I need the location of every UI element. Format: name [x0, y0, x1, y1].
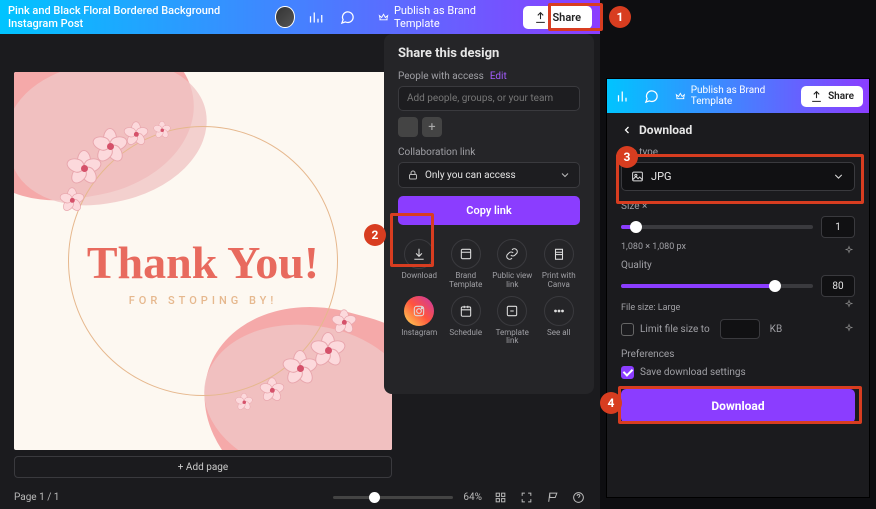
present-icon[interactable] — [544, 489, 560, 505]
fullscreen-icon[interactable] — [518, 489, 534, 505]
people-access-label: People with access — [398, 71, 484, 82]
edit-access-link[interactable]: Edit — [490, 71, 507, 82]
document-title: Pink and Black Floral Bordered Backgroun… — [8, 4, 255, 30]
upload-icon — [534, 11, 547, 24]
share-panel-title: Share this design — [398, 46, 580, 61]
image-icon — [631, 170, 644, 183]
quality-label: Quality — [621, 260, 855, 271]
top-header: Pink and Black Floral Bordered Backgroun… — [0, 0, 600, 34]
access-select[interactable]: Only you can access — [398, 162, 580, 188]
chevron-down-icon — [832, 170, 845, 183]
limit-filesize-label: Limit file size to — [640, 324, 710, 335]
page-indicator: Page 1 / 1 — [14, 492, 59, 503]
share-schedule[interactable]: Schedule — [445, 296, 488, 347]
design-canvas[interactable]: Thank You! FOR STOPING BY! — [14, 72, 392, 450]
zoom-slider[interactable] — [333, 496, 453, 499]
calendar-icon — [459, 304, 473, 318]
share-public-link[interactable]: Public view link — [491, 239, 534, 290]
share-panel: Share this design People with access Edi… — [384, 34, 594, 394]
analytics-icon[interactable] — [613, 83, 635, 109]
download-back-button[interactable]: Download — [621, 123, 855, 137]
bottom-bar: Page 1 / 1 64% — [0, 485, 600, 509]
sparkle-icon — [843, 299, 855, 311]
chevron-left-icon — [621, 124, 633, 136]
download-panel-window: Publish as Brand Template Share Download… — [606, 78, 870, 498]
sparkle-icon — [843, 323, 855, 335]
share-print[interactable]: Print with Canva — [538, 239, 581, 290]
comment-icon[interactable] — [641, 83, 663, 109]
add-page-button[interactable]: + Add page — [14, 456, 392, 478]
publish-brand-template-button[interactable]: Publish as Brand Template — [668, 82, 795, 110]
limit-unit: KB — [770, 324, 783, 335]
lock-icon — [407, 169, 419, 181]
download-header: Publish as Brand Template Share — [607, 79, 869, 113]
help-icon[interactable] — [570, 489, 586, 505]
share-instagram[interactable]: Instagram — [398, 296, 441, 347]
more-icon — [552, 304, 566, 318]
limit-filesize-checkbox[interactable] — [621, 323, 634, 336]
add-person-chip[interactable]: + — [422, 117, 442, 137]
zoom-value: 64% — [463, 492, 482, 503]
publish-brand-template-button[interactable]: Publish as Brand Template — [369, 0, 514, 34]
download-body: Download File type JPG Size × 1 1,080 × … — [607, 113, 869, 437]
crown-icon — [675, 90, 686, 103]
sparkle-icon — [843, 245, 855, 257]
template-link-icon — [505, 304, 519, 318]
template-icon — [459, 247, 473, 261]
analytics-icon[interactable] — [305, 4, 327, 30]
filetype-select[interactable]: JPG — [621, 162, 855, 191]
canvas-subheading: FOR STOPING BY! — [14, 294, 392, 307]
quality-slider[interactable] — [621, 284, 813, 288]
save-settings-label: Save download settings — [640, 367, 746, 378]
download-button[interactable]: Download — [621, 389, 855, 423]
size-value[interactable]: 1 — [821, 216, 855, 238]
copy-link-button[interactable]: Copy link — [398, 196, 580, 225]
quality-value[interactable]: 80 — [821, 275, 855, 297]
grid-view-icon[interactable] — [492, 489, 508, 505]
file-size-label: File size: Large — [621, 303, 855, 313]
user-avatar[interactable] — [275, 6, 294, 28]
preferences-label: Preferences — [621, 349, 855, 360]
share-button[interactable]: Share — [801, 86, 863, 107]
limit-filesize-input[interactable] — [720, 319, 760, 339]
share-template-link[interactable]: Template link — [491, 296, 534, 347]
upload-icon — [810, 90, 823, 103]
link-icon — [505, 247, 519, 261]
collab-link-label: Collaboration link — [398, 147, 475, 158]
callout-1: 1 — [609, 6, 631, 28]
save-settings-checkbox[interactable] — [621, 366, 634, 379]
print-icon — [552, 247, 566, 261]
chevron-down-icon — [559, 169, 571, 181]
share-see-all[interactable]: See all — [538, 296, 581, 347]
share-download[interactable]: Download — [398, 239, 441, 290]
share-button[interactable]: Share — [523, 6, 592, 29]
instagram-icon — [412, 304, 426, 318]
add-people-input[interactable]: Add people, groups, or your team — [398, 86, 580, 111]
size-label: Size × — [621, 201, 855, 212]
person-chip[interactable] — [398, 117, 418, 137]
filetype-label: File type — [621, 147, 855, 158]
comment-icon[interactable] — [337, 4, 359, 30]
download-icon — [412, 247, 426, 261]
canvas-heading: Thank You! — [14, 240, 392, 286]
size-slider[interactable] — [621, 225, 813, 229]
size-dimensions: 1,080 × 1,080 px — [621, 242, 855, 252]
crown-icon — [378, 11, 389, 24]
share-brand-template[interactable]: Brand Template — [445, 239, 488, 290]
